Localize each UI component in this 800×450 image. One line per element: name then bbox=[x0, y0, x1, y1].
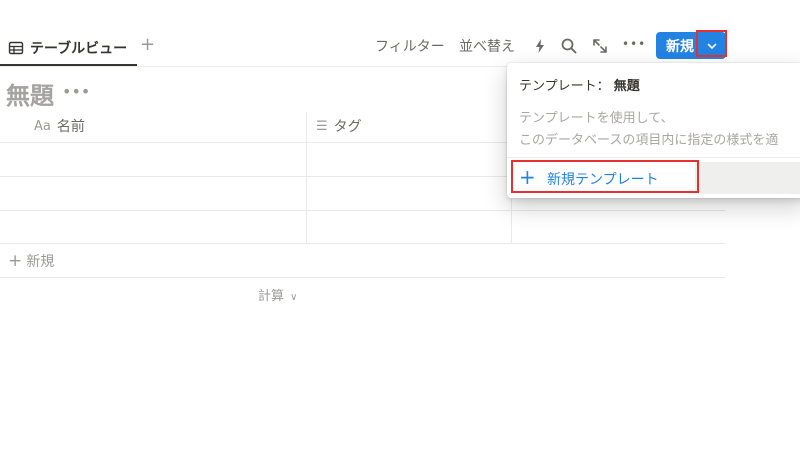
template-menu-divider bbox=[507, 157, 800, 158]
page-title[interactable]: 無題 bbox=[6, 76, 54, 111]
highlight-box bbox=[696, 30, 727, 57]
calculate-button[interactable]: 計算 ∨ bbox=[258, 285, 297, 304]
tab-table-view[interactable]: テーブルビュー bbox=[0, 30, 127, 66]
more-options-button[interactable]: ••• bbox=[622, 37, 646, 51]
search-icon[interactable] bbox=[560, 37, 578, 55]
sort-button[interactable]: 並べ替え bbox=[459, 36, 515, 56]
column-header-name[interactable]: Aa 名前 bbox=[34, 116, 85, 136]
tab-label: テーブルビュー bbox=[30, 41, 128, 57]
text-type-icon: Aa bbox=[34, 118, 51, 134]
column-header-label: 名前 bbox=[56, 119, 85, 135]
expand-icon[interactable] bbox=[591, 37, 609, 55]
plus-icon: + bbox=[8, 251, 23, 271]
lightning-icon[interactable] bbox=[531, 37, 549, 55]
template-menu-header: テンプレート： 無題 bbox=[519, 75, 640, 94]
highlight-box bbox=[511, 160, 699, 193]
new-button-label: 新規 bbox=[666, 38, 694, 55]
table-icon bbox=[8, 41, 24, 55]
column-divider bbox=[306, 112, 307, 243]
column-header-tag[interactable]: ☰ タグ bbox=[316, 116, 362, 136]
template-menu-description: このデータベースの項目内に指定の様式を適 bbox=[519, 133, 779, 148]
template-menu-header-name: 無題 bbox=[613, 79, 640, 94]
add-view-button[interactable]: + bbox=[140, 34, 155, 55]
column-header-label: タグ bbox=[333, 119, 362, 135]
add-row-label: 新規 bbox=[26, 254, 55, 270]
filter-button[interactable]: フィルター bbox=[375, 36, 445, 56]
calculate-label: 計算 bbox=[258, 289, 285, 304]
list-icon: ☰ bbox=[316, 118, 328, 134]
chevron-down-icon: ∨ bbox=[290, 292, 298, 303]
table-footer-divider bbox=[0, 277, 725, 278]
add-row-button[interactable]: + 新規 bbox=[8, 251, 54, 271]
table-row[interactable] bbox=[0, 211, 306, 243]
template-menu-description: テンプレートを使用して、 bbox=[519, 111, 674, 126]
table-row-divider bbox=[0, 243, 725, 244]
title-more-button[interactable]: ••• bbox=[62, 82, 90, 101]
table-row[interactable] bbox=[0, 143, 306, 176]
table-row[interactable] bbox=[0, 177, 306, 210]
template-menu-header-label: テンプレート： bbox=[519, 79, 610, 94]
